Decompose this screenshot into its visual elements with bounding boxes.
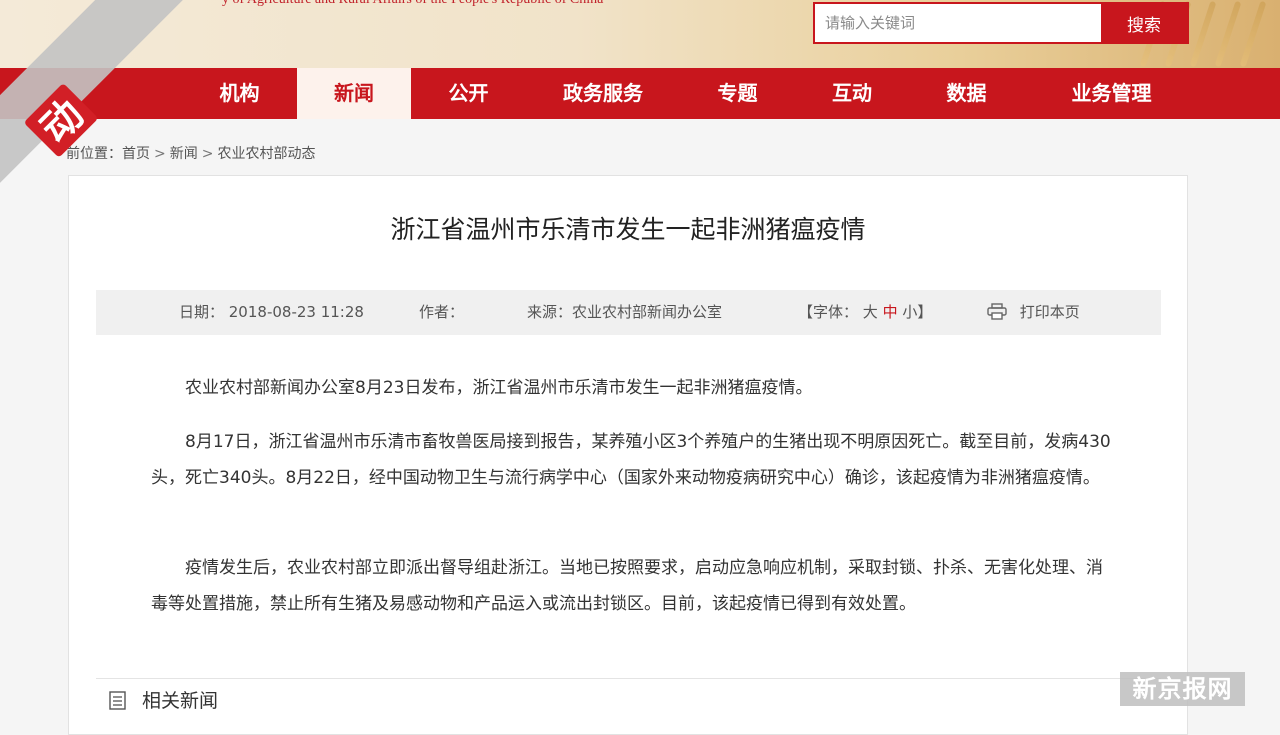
article-title: 浙江省温州市乐清市发生一起非洲猪瘟疫情	[390, 215, 866, 244]
print-page-button[interactable]: 打印本页	[987, 290, 1080, 335]
wheat-decoration	[1214, 0, 1242, 68]
related-news-label: 相关新闻	[142, 690, 219, 712]
brand-watermark: 新京报网	[1120, 672, 1245, 706]
section-divider	[96, 678, 1161, 679]
printer-icon	[987, 303, 1020, 321]
article-meta-bar: 日期： 2018-08-23 11:28 作者： 来源：农业农村部新闻办公室 【…	[96, 290, 1161, 335]
main-nav: 机构 新闻 公开 政务服务 专题 互动 数据 业务管理	[0, 68, 1280, 119]
font-size-large-button[interactable]: 大	[863, 303, 878, 321]
nav-item-data[interactable]: 数据	[909, 68, 1024, 119]
nav-item-business-management[interactable]: 业务管理	[1024, 68, 1199, 119]
nav-item-public[interactable]: 公开	[411, 68, 526, 119]
document-list-icon	[109, 690, 142, 712]
search-input[interactable]	[815, 4, 1121, 42]
search-button[interactable]: 搜索	[1101, 4, 1187, 42]
site-subtitle: y of Agriculture and Rural Affairs of th…	[222, 0, 603, 8]
nav-item-news[interactable]: 新闻	[297, 68, 411, 119]
wheat-decoration	[1239, 0, 1267, 68]
nav-item-institutions[interactable]: 机构	[182, 68, 297, 119]
font-size-switcher: 【字体： 大 中 小】	[798, 290, 932, 335]
corner-watermark-text: 动	[32, 91, 93, 152]
breadcrumb-separator: >	[201, 146, 214, 162]
print-page-label: 打印本页	[1019, 303, 1080, 321]
article-source: 来源：农业农村部新闻办公室	[527, 303, 723, 321]
font-size-open-bracket: 【字体：	[798, 303, 859, 321]
article-paragraph: 8月17日，浙江省温州市乐清市畜牧兽医局接到报告，某养殖小区3个养殖户的生猪出现…	[151, 432, 1111, 488]
article-author: 作者：	[419, 303, 465, 321]
dong-news-watermark: 动	[10, 10, 170, 170]
article-paragraph: 疫情发生后，农业农村部立即派出督导组赴浙江。当地已按照要求，启动应急响应机制，采…	[151, 558, 1103, 614]
header-banner: y of Agriculture and Rural Affairs of th…	[0, 0, 1280, 68]
breadcrumb-news-link[interactable]: 新闻	[170, 143, 198, 163]
related-news-heading: 相关新闻	[109, 686, 218, 713]
search-box: 搜索	[813, 2, 1189, 44]
font-size-small-button[interactable]: 小	[902, 303, 917, 321]
article-paragraph: 农业农村部新闻办公室8月23日发布，浙江省温州市乐清市发生一起非洲猪瘟疫情。	[185, 378, 813, 398]
font-size-medium-button[interactable]: 中	[883, 303, 898, 321]
nav-item-topics[interactable]: 专题	[680, 68, 795, 119]
breadcrumb-ministry-news-link[interactable]: 农业农村部动态	[217, 143, 315, 163]
wheat-decoration	[1189, 0, 1217, 68]
article-card: 浙江省温州市乐清市发生一起非洲猪瘟疫情 日期： 2018-08-23 11:28…	[68, 175, 1188, 735]
nav-item-government-services[interactable]: 政务服务	[526, 68, 680, 119]
article-date: 日期： 2018-08-23 11:28	[179, 303, 364, 321]
nav-item-interaction[interactable]: 互动	[795, 68, 909, 119]
font-size-close-bracket: 】	[917, 303, 933, 321]
